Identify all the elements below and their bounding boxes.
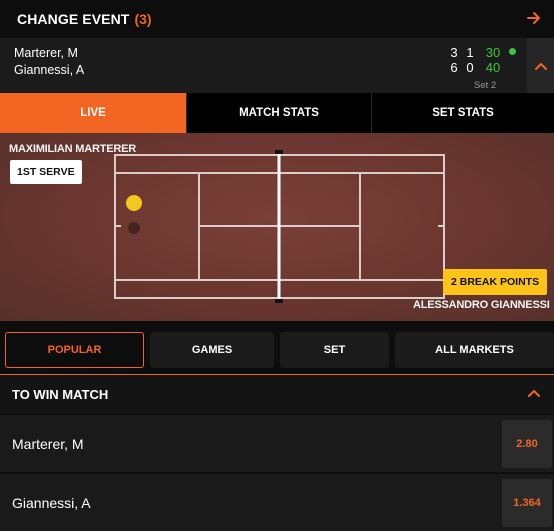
tab-live[interactable]: LIVE xyxy=(0,93,186,133)
serving-indicator xyxy=(509,48,516,55)
tab-match-stats[interactable]: MATCH STATS xyxy=(186,93,371,133)
ball-shadow-icon xyxy=(128,222,140,234)
view-tabs: LIVE MATCH STATS SET STATS xyxy=(0,93,554,133)
market-header[interactable]: TO WIN MATCH xyxy=(0,374,554,414)
chevron-up-icon xyxy=(534,62,547,70)
tab-set-stats-label: SET STATS xyxy=(432,107,494,119)
current-set-label: Set 2 xyxy=(474,80,497,91)
tab-live-label: LIVE xyxy=(80,107,106,119)
market-title: TO WIN MATCH xyxy=(12,387,109,402)
court-bottom-player: ALESSANDRO GIANNESSI xyxy=(413,299,550,311)
collapse-scoreboard-button[interactable] xyxy=(527,38,554,93)
player-2-games: 0 xyxy=(466,60,474,75)
tab-all-markets-label: ALL MARKETS xyxy=(435,344,514,356)
scoreboard: Marterer, M Giannessi, A 3 1 30 6 0 40 S… xyxy=(0,38,554,93)
player-1-points: 30 xyxy=(485,45,501,60)
selection-name: Giannessi, A xyxy=(12,495,91,511)
tab-match-stats-label: MATCH STATS xyxy=(239,107,319,119)
change-event-bar[interactable]: CHANGE EVENT (3) xyxy=(0,0,554,38)
tab-popular-label: POPULAR xyxy=(47,344,102,356)
odds-value: 1.364 xyxy=(513,497,541,509)
tab-set[interactable]: SET xyxy=(280,332,389,368)
player-2-name: Giannessi, A xyxy=(14,63,85,77)
arrow-right-icon[interactable] xyxy=(526,10,542,26)
court-top-player: MAXIMILIAN MARTERER xyxy=(9,143,136,155)
serve-badge: 1ST SERVE xyxy=(10,160,82,184)
chevron-up-icon xyxy=(528,390,540,397)
tab-all-markets[interactable]: ALL MARKETS xyxy=(395,332,554,368)
player-2-points: 40 xyxy=(485,60,501,75)
change-event-label: CHANGE EVENT xyxy=(17,11,130,27)
selection-row: Marterer, M 2.80 xyxy=(0,414,554,472)
tab-games[interactable]: GAMES xyxy=(150,332,274,368)
ball-icon xyxy=(126,195,142,211)
live-court: MAXIMILIAN MARTERER 1ST SERVE 2 BREAK PO… xyxy=(0,133,554,321)
player-1-games: 1 xyxy=(466,45,474,60)
break-points-badge: 2 BREAK POINTS xyxy=(443,269,548,295)
tab-popular[interactable]: POPULAR xyxy=(5,332,144,368)
odds-button[interactable]: 1.364 xyxy=(502,479,552,527)
player-2-sets: 6 xyxy=(450,60,458,75)
selection-row: Giannessi, A 1.364 xyxy=(0,473,554,531)
selection-name: Marterer, M xyxy=(12,436,84,452)
change-event-count: (3) xyxy=(134,11,152,27)
tab-set-label: SET xyxy=(323,344,346,356)
odds-value: 2.80 xyxy=(516,438,538,450)
player-1-name: Marterer, M xyxy=(14,46,78,60)
tab-set-stats[interactable]: SET STATS xyxy=(371,93,554,133)
player-1-sets: 3 xyxy=(450,45,458,60)
tab-games-label: GAMES xyxy=(191,344,233,356)
odds-button[interactable]: 2.80 xyxy=(502,420,552,468)
market-tabs: POPULAR GAMES SET ALL MARKETS xyxy=(0,321,554,374)
